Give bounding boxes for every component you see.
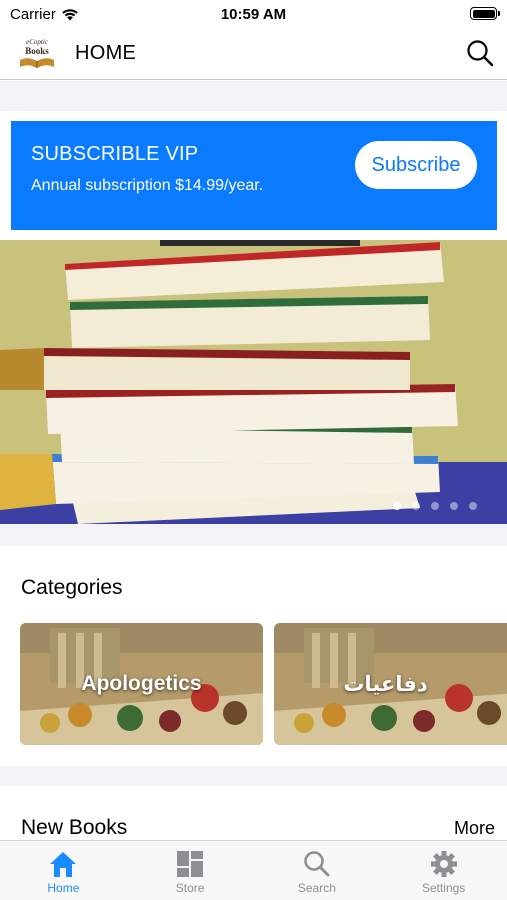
page-dot-3[interactable] xyxy=(431,502,439,510)
subscribe-button[interactable]: Subscribe xyxy=(355,141,477,189)
page-dot-2[interactable] xyxy=(412,502,420,510)
tab-label: Search xyxy=(297,881,336,895)
page-title: HOME xyxy=(75,42,137,64)
section-spacer xyxy=(0,524,507,546)
category-label: دفاعيات xyxy=(343,673,428,696)
home-icon xyxy=(50,852,77,877)
new-books-heading: New Books xyxy=(21,816,128,839)
tab-bar: Home Store Search Settings xyxy=(0,840,507,900)
store-icon xyxy=(177,851,204,877)
page-dot-1[interactable] xyxy=(393,502,401,510)
tab-label: Home xyxy=(47,881,80,895)
status-bar: Carrier 10:59 AM xyxy=(0,0,507,28)
tab-settings[interactable]: Settings xyxy=(380,841,507,900)
new-books-more-link[interactable]: More xyxy=(454,818,495,839)
carousel-page-indicator[interactable] xyxy=(393,502,477,510)
section-spacer xyxy=(0,81,507,111)
category-card-arabic-apologetics[interactable]: دفاعيات xyxy=(274,623,507,745)
category-label: Apologetics xyxy=(81,672,202,695)
section-spacer xyxy=(0,766,507,786)
navigation-bar: eCoptic Books HOME xyxy=(0,28,507,80)
hero-carousel[interactable] xyxy=(0,240,507,524)
search-icon xyxy=(304,851,330,877)
battery-icon xyxy=(470,7,500,20)
logo-text-bottom: Books xyxy=(25,46,49,56)
status-time: 10:59 AM xyxy=(220,6,287,23)
search-icon[interactable] xyxy=(465,38,495,68)
category-card-apologetics[interactable]: Apologetics xyxy=(20,623,263,745)
vip-title: SUBSCRIBLE VIP xyxy=(31,143,199,165)
tab-store[interactable]: Store xyxy=(127,841,254,900)
page-dot-4[interactable] xyxy=(450,502,458,510)
tab-label: Settings xyxy=(421,881,466,895)
vip-banner[interactable]: SUBSCRIBLE VIP Annual subscription $14.9… xyxy=(11,121,497,230)
books-stack-image xyxy=(0,240,507,524)
tab-home[interactable]: Home xyxy=(0,841,127,900)
vip-subtitle: Annual subscription $14.99/year. xyxy=(31,177,264,194)
logo-text-top: eCoptic xyxy=(26,38,49,46)
tab-search[interactable]: Search xyxy=(254,841,381,900)
page-dot-5[interactable] xyxy=(469,502,477,510)
app-logo: eCoptic Books xyxy=(18,36,56,70)
categories-heading: Categories xyxy=(21,576,123,599)
gear-icon xyxy=(430,851,457,877)
tab-label: Store xyxy=(175,881,205,895)
